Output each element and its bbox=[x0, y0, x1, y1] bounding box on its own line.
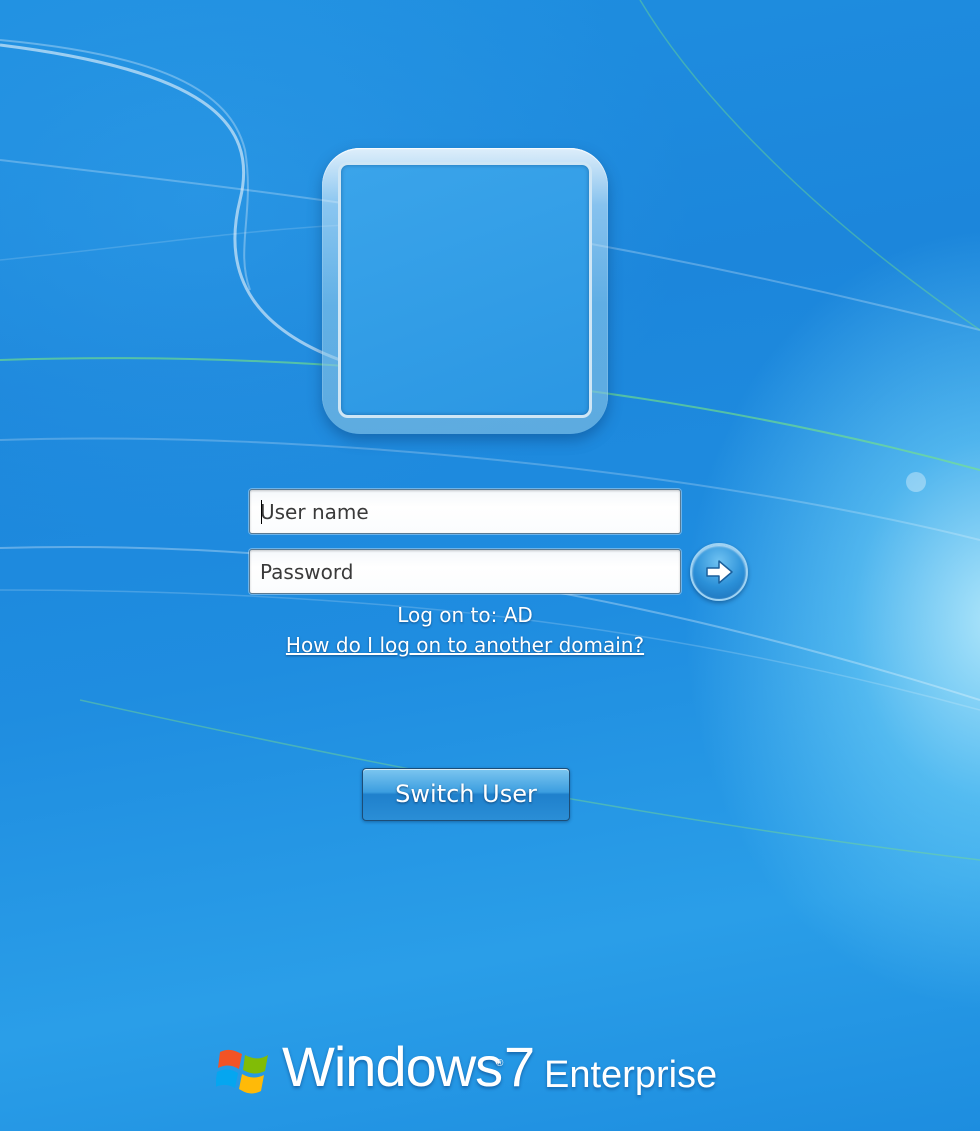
brand-version: 7 bbox=[504, 1035, 536, 1098]
user-picture bbox=[338, 162, 592, 418]
trademark-mark: ® bbox=[496, 1058, 504, 1069]
another-domain-link[interactable]: How do I log on to another domain? bbox=[249, 633, 681, 657]
password-input[interactable] bbox=[249, 549, 681, 594]
switch-user-button[interactable]: Switch User bbox=[362, 768, 570, 821]
user-picture-frame bbox=[322, 148, 608, 434]
text-cursor bbox=[261, 500, 262, 524]
submit-button[interactable] bbox=[690, 543, 748, 601]
windows-flag-icon bbox=[216, 1049, 268, 1094]
brand-edition: Enterprise bbox=[544, 1054, 718, 1096]
arrow-right-icon bbox=[706, 560, 733, 584]
brand-product: Windows bbox=[282, 1035, 503, 1098]
logon-domain-label: Log on to: AD bbox=[397, 603, 533, 627]
username-input[interactable] bbox=[249, 489, 681, 534]
